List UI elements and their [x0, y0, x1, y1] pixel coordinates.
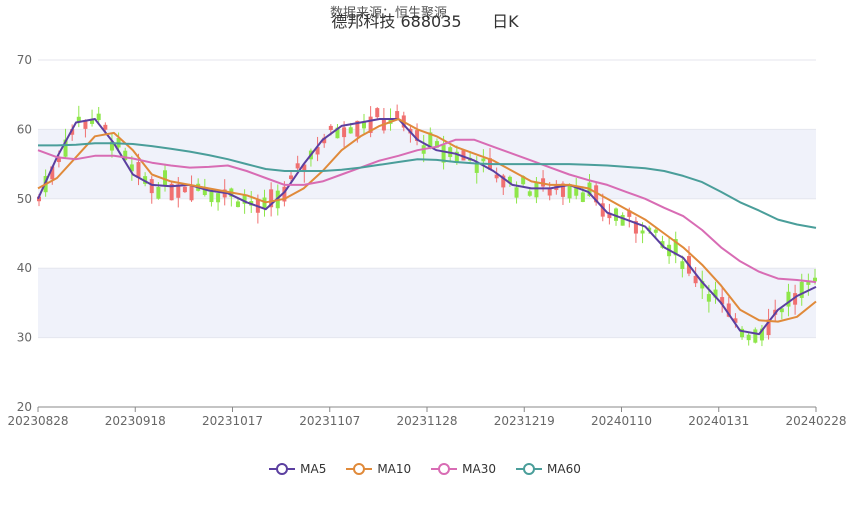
candle-body	[182, 186, 187, 193]
legend-item-ma5[interactable]: MA5	[269, 462, 326, 476]
legend-marker-icon	[431, 463, 458, 475]
candle-body	[289, 175, 294, 180]
x-tick-label: 20240228	[785, 414, 846, 428]
candle-body	[136, 162, 141, 178]
x-tick-label: 20240110	[591, 414, 652, 428]
candle-body	[375, 108, 380, 118]
legend-item-ma60[interactable]: MA60	[516, 462, 581, 476]
candlestick-chart: 203040506070 20230828 20230918 20231017 202…	[7, 53, 847, 428]
legend-label: MA30	[462, 462, 497, 476]
candle-body	[746, 334, 751, 341]
candle-body	[534, 182, 539, 198]
legend-marker-icon	[346, 463, 373, 475]
legend-item-ma30[interactable]: MA30	[431, 462, 496, 476]
candle-body	[295, 163, 300, 169]
x-tick-label: 20230828	[7, 414, 68, 428]
candle-body	[514, 187, 519, 198]
x-tick-label: 20231017	[202, 414, 263, 428]
legend-label: MA10	[377, 462, 412, 476]
candle-body	[395, 111, 400, 119]
candle-body	[328, 125, 333, 131]
candle-body	[799, 281, 804, 298]
candle-body	[653, 229, 658, 233]
candle-body	[580, 192, 585, 202]
candle-body	[640, 230, 645, 234]
legend-marker-icon	[516, 463, 543, 475]
candle-body	[149, 179, 154, 194]
candle-body	[189, 184, 194, 201]
candle-body	[96, 113, 101, 121]
legend-item-ma10[interactable]: MA10	[346, 462, 411, 476]
candle-body	[156, 187, 161, 199]
y-tick-label: 60	[17, 122, 32, 136]
candle-body	[235, 201, 240, 208]
candle-body	[620, 214, 625, 226]
background-bands	[38, 129, 816, 338]
candle-body	[753, 329, 758, 343]
grid-lines	[38, 59, 816, 408]
y-tick-label: 50	[17, 192, 32, 206]
y-tick-label: 70	[17, 53, 32, 67]
candle-body	[481, 158, 486, 162]
candle-body	[216, 193, 221, 203]
x-tick-label: 20231107	[299, 414, 360, 428]
y-axis: 20 30 40 50 60 70	[17, 53, 32, 414]
candle-body	[706, 294, 711, 302]
legend-marker-icon	[269, 463, 296, 475]
candle-body	[83, 121, 88, 129]
candle-body	[342, 127, 347, 138]
y-tick-label: 20	[17, 400, 32, 414]
legend-label: MA5	[300, 462, 327, 476]
y-tick-label: 30	[17, 331, 32, 345]
legend-label: MA60	[547, 462, 581, 476]
x-tick-label: 20231219	[494, 414, 555, 428]
x-tick-label: 20240131	[688, 414, 749, 428]
x-axis: 20230828 20230918 20231017 20231107 20231128…	[7, 406, 847, 428]
candle-body	[474, 163, 479, 173]
candle-body	[348, 127, 353, 134]
candle-body	[680, 261, 685, 269]
y-tick-label: 40	[17, 261, 32, 275]
x-tick-label: 20230918	[105, 414, 166, 428]
candle-body	[547, 188, 552, 196]
candle-body	[527, 191, 532, 196]
x-tick-label: 20231128	[396, 414, 457, 428]
legend: MA5 MA10 MA30 MA60	[0, 462, 850, 476]
